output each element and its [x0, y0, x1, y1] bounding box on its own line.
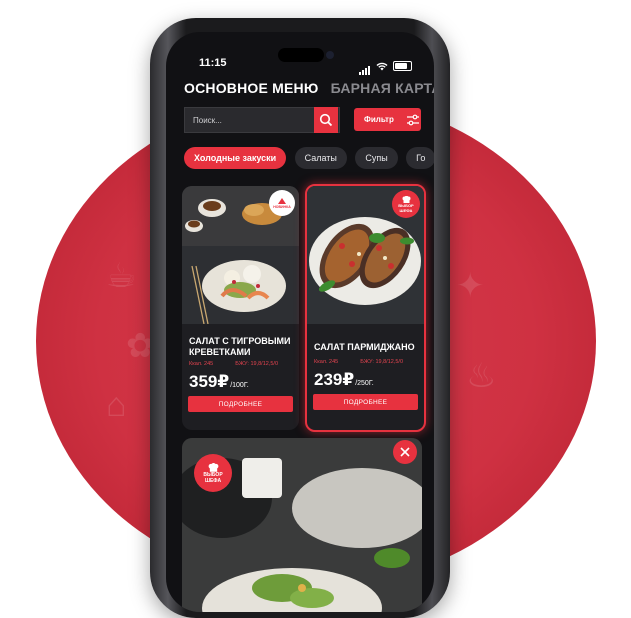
chef-badge-line2: ШЕФА	[399, 207, 413, 213]
nutrition-info: Ккал. 245 БЖУ: 19,8/12,5/0	[189, 361, 278, 367]
category-hot[interactable]: Го	[406, 147, 434, 169]
card-title: САЛАТ ПАРМИДЖАНО	[314, 342, 415, 352]
chef-hat-icon	[208, 462, 218, 472]
doodle-icon: ♨	[466, 357, 497, 395]
details-button[interactable]: ПОДРОБНЕЕ	[313, 394, 418, 410]
price: 359₽/100Г.	[189, 372, 249, 392]
category-salads[interactable]: Салаты	[294, 147, 347, 169]
new-badge-label: НОВИНКА	[273, 205, 291, 209]
doodle-icon: ✦	[456, 267, 485, 305]
kcal-label: Ккал. 245	[314, 359, 339, 365]
dynamic-island	[278, 48, 324, 62]
doodle-icon: ☕	[106, 257, 137, 295]
price-value: 359₽	[189, 372, 230, 391]
chef-hat-icon	[402, 195, 410, 203]
chef-badge-line2: ШЕФА	[204, 477, 222, 484]
chef-choice-badge: ВЫБОР ШЕФА	[194, 454, 232, 492]
filter-sliders-icon	[406, 114, 419, 125]
bju-label: БЖУ: 19,8/12,5/0	[360, 359, 403, 365]
category-soups[interactable]: Супы	[355, 147, 398, 169]
category-chips: Холодные закуски Салаты Супы Го	[184, 147, 434, 169]
search-input[interactable]	[191, 115, 305, 126]
filter-label: Фильтр	[364, 115, 394, 124]
category-cold-snacks[interactable]: Холодные закуски	[184, 147, 287, 169]
price-unit: /100Г.	[230, 382, 249, 389]
front-camera	[326, 51, 334, 59]
filter-button[interactable]: Фильтр	[354, 108, 421, 131]
signal-icon	[359, 57, 371, 75]
close-button[interactable]	[393, 440, 417, 464]
wifi-icon	[376, 62, 388, 70]
battery-icon	[393, 61, 412, 71]
status-bar: 11:15	[166, 32, 434, 75]
nutrition-info: Ккал. 245 БЖУ: 19,8/12,5/0	[314, 359, 403, 365]
kcal-label: Ккал. 245	[189, 361, 214, 367]
chef-choice-badge: ВЫБОР ШЕФА	[392, 190, 420, 218]
status-time: 11:15	[199, 57, 227, 69]
phone-screen: 11:15 ОСНОВНОЕ МЕНЮ БАРНАЯ КАРТА Фильтр …	[166, 32, 434, 612]
price-unit: /250Г.	[355, 380, 374, 387]
doodle-icon: ⌂	[106, 386, 127, 424]
tab-bar-menu[interactable]: БАРНАЯ КАРТА	[331, 80, 434, 96]
card-title: САЛАТ С ТИГРОВЫМИ КРЕВЕТКАМИ	[189, 336, 291, 357]
product-card[interactable]: НОВИНКА САЛАТ С ТИГРОВЫМИ КРЕВЕТКАМИ Кка…	[182, 186, 299, 430]
search-icon	[319, 113, 333, 127]
bju-label: БЖУ: 19,8/12,5/0	[235, 361, 278, 367]
tab-main-menu[interactable]: ОСНОВНОЕ МЕНЮ	[184, 80, 319, 96]
search-button[interactable]	[314, 107, 338, 133]
price-value: 239₽	[314, 370, 355, 389]
menu-tabs: ОСНОВНОЕ МЕНЮ БАРНАЯ КАРТА	[184, 80, 434, 96]
status-icons	[359, 57, 412, 75]
new-badge: НОВИНКА	[269, 190, 295, 216]
close-icon	[400, 447, 410, 457]
details-button[interactable]: ПОДРОБНЕЕ	[188, 396, 293, 412]
product-card-selected[interactable]: ВЫБОР ШЕФА САЛАТ ПАРМИДЖАНО Ккал. 245 БЖУ…	[305, 184, 426, 432]
chef-hat-icon	[278, 198, 286, 204]
price: 239₽/250Г.	[314, 370, 374, 390]
